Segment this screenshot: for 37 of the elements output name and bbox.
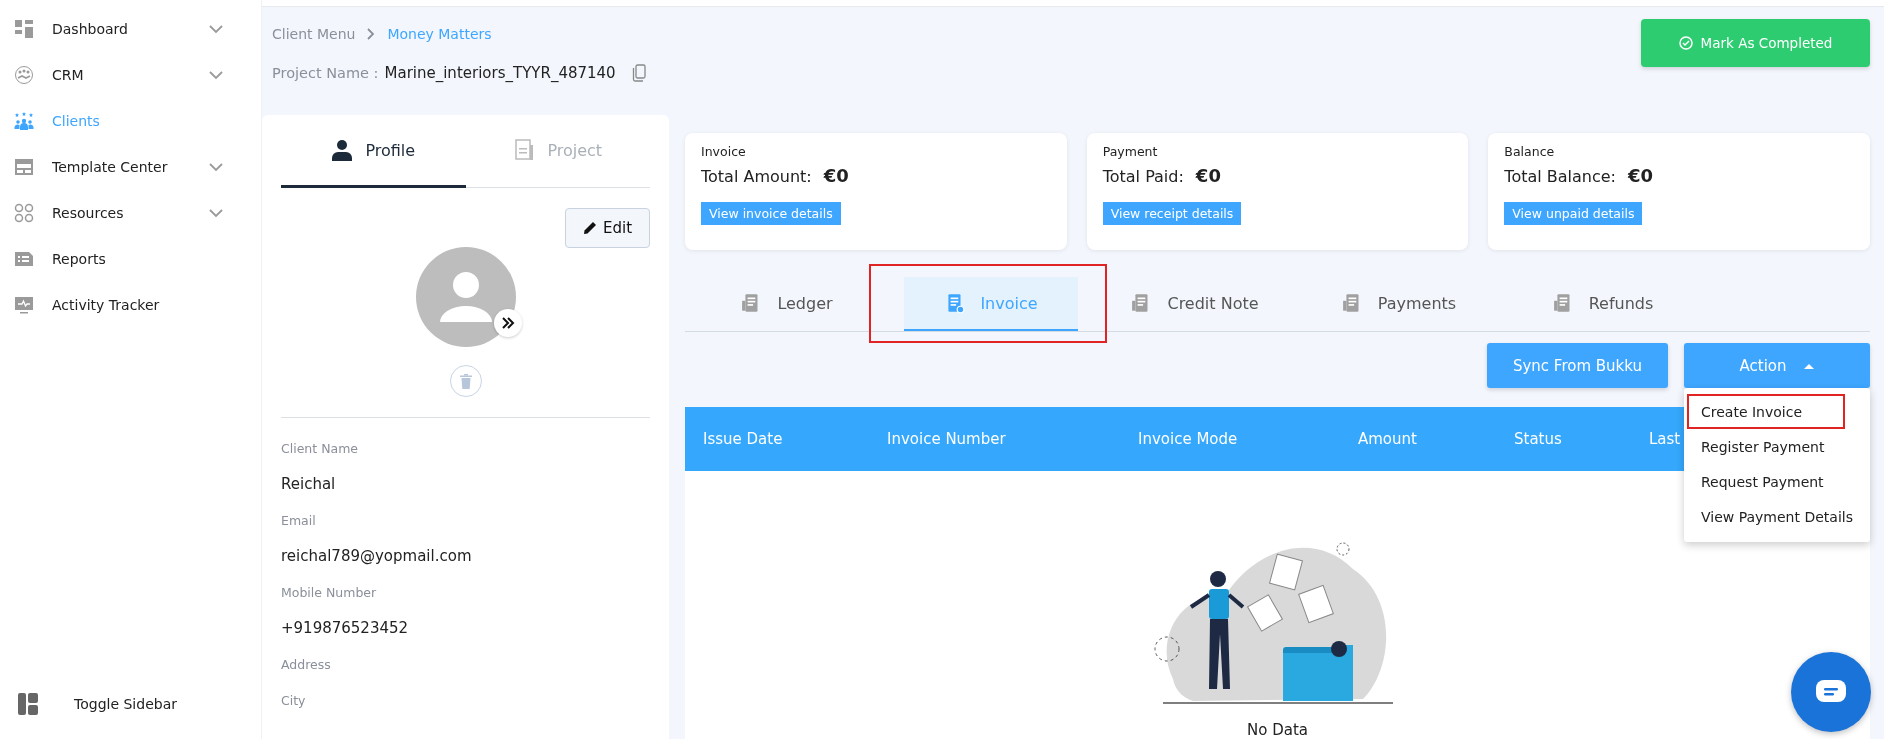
field-label: Mobile Number (281, 583, 378, 602)
toggle-sidebar-label[interactable]: Toggle Sidebar (74, 696, 177, 712)
sidebar-item[interactable]: Template Center (0, 144, 261, 190)
total-value: €0 (1628, 165, 1654, 186)
sidebar-item[interactable]: Resources (0, 190, 261, 236)
field-value: Reichal (281, 474, 337, 495)
edit-button[interactable]: Edit (565, 208, 650, 248)
card-title: Payment (1102, 144, 1158, 159)
total-value: €0 (1195, 165, 1221, 186)
sidebar-item[interactable]: CRM (0, 52, 261, 98)
field-label: Client Name (281, 439, 360, 458)
total-label: Total Paid: (1102, 167, 1184, 186)
project-name-label: Project Name : (272, 65, 379, 81)
menu-item[interactable]: Create Invoice (1687, 394, 1845, 429)
sidebar-item[interactable]: Dashboard (0, 6, 261, 52)
card-title: Invoice (701, 144, 746, 159)
field-label: City (281, 691, 307, 710)
menu-item[interactable]: Request Payment (1684, 464, 1870, 499)
profile-tab[interactable]: Profile (281, 115, 466, 188)
card-title: Balance (1504, 144, 1555, 159)
total-label: Total Balance: (1504, 167, 1616, 186)
empty-state-text: No Data (1247, 721, 1308, 739)
ledger-tab[interactable]: Payments (1301, 277, 1497, 331)
ledger-tab[interactable]: Credit Note (1091, 277, 1299, 331)
ledger-tab[interactable]: Refunds (1512, 277, 1694, 331)
menu-item[interactable]: Register Payment (1684, 429, 1870, 464)
project-name: Marine_interiors_TYYR_487140 (384, 64, 616, 82)
sidebar-item[interactable]: Activity Tracker (0, 282, 261, 328)
total-value: €0 (823, 165, 849, 186)
ledger-tab[interactable]: Ledger (701, 277, 873, 331)
field-label: Email (281, 511, 317, 530)
field-label: Address (281, 655, 332, 674)
total-label: Total Amount: (701, 167, 812, 186)
field-value: +919876523452 (281, 618, 410, 639)
field-value: reichal789@yopmail.com (281, 546, 473, 567)
menu-item[interactable]: View Payment Details (1684, 499, 1870, 534)
sidebar-item[interactable]: Reports (0, 236, 261, 282)
